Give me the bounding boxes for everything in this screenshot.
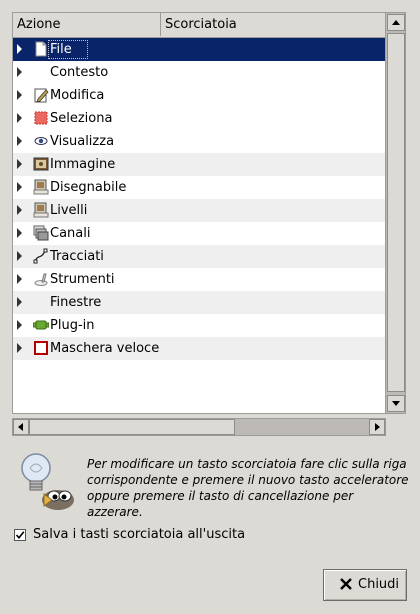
tree-row-visualizza[interactable]: Visualizza <box>13 130 386 153</box>
arrow-right-icon <box>375 423 380 431</box>
close-button[interactable]: Chiudi <box>323 569 407 601</box>
vertical-scroll-thumb[interactable] <box>387 33 405 392</box>
wilber-lightbulb-icon <box>21 453 74 510</box>
expander-icon[interactable] <box>17 159 22 169</box>
tree-row-label: File <box>50 42 72 57</box>
tree-row-strumenti[interactable]: Strumenti <box>13 268 386 291</box>
plugin-icon <box>33 320 49 330</box>
tree-row-disegnabile[interactable]: Disegnabile <box>13 176 386 199</box>
tree-row-maschera-veloce[interactable]: Maschera veloce <box>13 337 386 360</box>
tree-row-label: Modifica <box>50 88 105 103</box>
layers-icon <box>33 202 49 218</box>
expander-icon[interactable] <box>17 297 22 307</box>
horizontal-scroll-thumb[interactable] <box>29 419 235 435</box>
checkmark-icon <box>15 531 25 540</box>
quickmask-icon <box>34 341 48 355</box>
eye-icon <box>34 137 48 145</box>
tree-row-canali[interactable]: Canali <box>13 222 386 245</box>
hint-text: Per modificare un tasto scorciatoia fare… <box>87 457 409 519</box>
tree-row-label: Finestre <box>50 295 102 310</box>
image-icon <box>33 157 49 171</box>
tree-row-file[interactable]: File <box>13 38 386 61</box>
save-on-exit-checkbox[interactable] <box>14 529 26 541</box>
edit-icon <box>34 88 49 103</box>
tree-row-seleziona[interactable]: Seleziona <box>13 107 386 130</box>
selection-icon <box>34 111 48 125</box>
expander-icon[interactable] <box>17 44 22 54</box>
column-header-shortcut[interactable]: Scorciatoia <box>161 13 386 36</box>
column-header-action[interactable]: Azione <box>13 13 161 36</box>
expander-icon[interactable] <box>17 228 22 238</box>
arrow-left-icon <box>18 423 23 431</box>
tree-row-livelli[interactable]: Livelli <box>13 199 386 222</box>
save-on-exit-label[interactable]: Salva i tasti scorciatoia all'uscita <box>33 527 245 542</box>
shortcut-tree: Azione Scorciatoia File Contesto Modific… <box>12 12 406 414</box>
expander-icon[interactable] <box>17 251 22 261</box>
expander-icon[interactable] <box>17 205 22 215</box>
vertical-scrollbar[interactable] <box>385 13 405 413</box>
tree-header: Azione Scorciatoia <box>13 13 386 38</box>
expander-icon[interactable] <box>17 136 22 146</box>
tools-icon <box>34 273 48 286</box>
scroll-left-button[interactable] <box>13 419 29 435</box>
tree-row-label: Strumenti <box>50 272 115 287</box>
tree-row-label: Plug-in <box>50 318 95 333</box>
tree-row-label: Livelli <box>50 203 88 218</box>
expander-icon[interactable] <box>17 320 22 330</box>
close-button-label: Chiudi <box>358 577 400 592</box>
arrow-up-icon <box>392 20 400 25</box>
tree-row-contesto[interactable]: Contesto <box>13 61 386 84</box>
tree-row-modifica[interactable]: Modifica <box>13 84 386 107</box>
tree-row-label: Tracciati <box>50 249 104 264</box>
expander-icon[interactable] <box>17 90 22 100</box>
expander-icon[interactable] <box>17 182 22 192</box>
horizontal-scrollbar[interactable] <box>12 418 386 436</box>
tree-row-label: Disegnabile <box>50 180 127 195</box>
channels-icon <box>33 225 49 241</box>
scroll-right-button[interactable] <box>369 419 385 435</box>
tree-row-tracciati[interactable]: Tracciati <box>13 245 386 268</box>
arrow-down-icon <box>392 401 400 406</box>
tree-row-plug-in[interactable]: Plug-in <box>13 314 386 337</box>
tree-row-label: Visualizza <box>50 134 115 149</box>
tree-row-label: Immagine <box>50 157 116 172</box>
expander-icon[interactable] <box>17 343 22 353</box>
expander-icon[interactable] <box>17 67 22 77</box>
tree-row-finestre[interactable]: Finestre <box>13 291 386 314</box>
paths-icon <box>33 248 48 264</box>
tree-row-label: Canali <box>50 226 91 241</box>
scroll-up-button[interactable] <box>387 14 405 31</box>
tree-row-label: Seleziona <box>50 111 113 126</box>
scroll-down-button[interactable] <box>387 395 405 412</box>
tree-row-immagine[interactable]: Immagine <box>13 153 386 176</box>
drawable-icon <box>33 179 49 195</box>
close-icon <box>340 578 352 590</box>
expander-icon[interactable] <box>17 113 22 123</box>
tree-row-label: Maschera veloce <box>50 341 160 356</box>
expander-icon[interactable] <box>17 274 22 284</box>
file-icon <box>35 41 47 57</box>
tree-row-label: Contesto <box>50 65 109 80</box>
